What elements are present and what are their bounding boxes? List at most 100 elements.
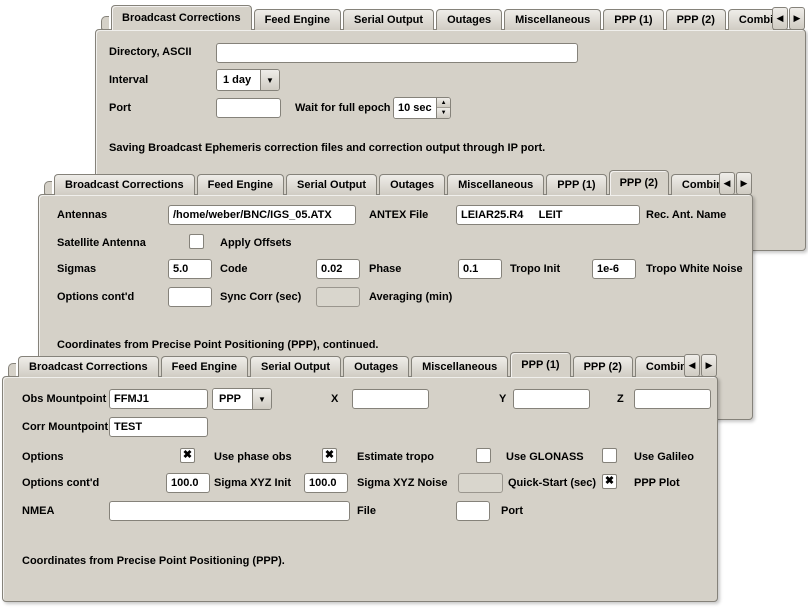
checkmark: ✖: [605, 476, 614, 487]
use-phase-obs-label: Use phase obs: [214, 451, 292, 463]
tab-feed-engine[interactable]: Feed Engine: [197, 174, 284, 195]
quick-start-input: [458, 473, 503, 493]
chevron-down-icon[interactable]: ▼: [252, 389, 271, 409]
directory-ascii-label: Directory, ASCII: [109, 46, 192, 58]
ppp1-window: Broadcast Corrections Feed Engine Serial…: [2, 352, 718, 602]
wait-epoch-spinner[interactable]: 10 sec ▲ ▼: [393, 97, 451, 119]
tab-scroll-right-button[interactable]: ▶: [789, 7, 805, 30]
use-glonass-checkbox[interactable]: [476, 448, 491, 463]
port-input[interactable]: [216, 98, 281, 118]
corr-mountpoint-label: Corr Mountpoint: [22, 421, 108, 433]
y-input[interactable]: [513, 389, 590, 409]
tab-scroll-right-button[interactable]: ▶: [736, 172, 752, 195]
antex-file-label: ANTEX File: [369, 209, 428, 221]
tab-broadcast-corrections[interactable]: Broadcast Corrections: [18, 356, 159, 377]
tab-outages[interactable]: Outages: [343, 356, 409, 377]
z-label: Z: [617, 393, 624, 405]
tab-strip: Broadcast Corrections Feed Engine Serial…: [2, 352, 685, 377]
sigmas-input[interactable]: [168, 259, 212, 279]
obs-mountpoint-input[interactable]: [109, 389, 208, 409]
tab-combination[interactable]: Combin: [635, 356, 685, 377]
y-label: Y: [499, 393, 506, 405]
tab-feed-engine[interactable]: Feed Engine: [254, 9, 341, 30]
tab-bar: Broadcast Corrections Feed Engine Serial…: [38, 170, 753, 195]
ppp-mode-select[interactable]: PPP ▼: [212, 388, 272, 410]
corr-mountpoint-input[interactable]: [109, 417, 208, 437]
tab-outages[interactable]: Outages: [379, 174, 445, 195]
code-input[interactable]: [316, 259, 360, 279]
estimate-tropo-label: Estimate tropo: [357, 451, 434, 463]
tab-miscellaneous[interactable]: Miscellaneous: [447, 174, 544, 195]
sigma-xyz-noise-label: Sigma XYZ Noise: [357, 477, 447, 489]
panel-description: Saving Broadcast Ephemeris correction fi…: [109, 142, 545, 154]
right-arrow-icon: ▶: [741, 178, 748, 189]
tropo-init-input[interactable]: [592, 259, 636, 279]
tab-ppp-1[interactable]: PPP (1): [510, 352, 570, 377]
tab-scroll-left-button[interactable]: ◀: [684, 354, 700, 377]
x-input[interactable]: [352, 389, 429, 409]
tab-serial-output[interactable]: Serial Output: [286, 174, 377, 195]
phase-input[interactable]: [458, 259, 502, 279]
tab-serial-output[interactable]: Serial Output: [250, 356, 341, 377]
wait-full-epoch-label: Wait for full epoch: [295, 102, 391, 114]
antennas-input[interactable]: [168, 205, 356, 225]
tab-ppp-1[interactable]: PPP (1): [603, 9, 663, 30]
tab-scroll-left-button[interactable]: ◀: [719, 172, 735, 195]
interval-label: Interval: [109, 74, 148, 86]
use-phase-obs-checkbox[interactable]: ✖: [180, 448, 195, 463]
left-arrow-icon: ◀: [777, 13, 784, 24]
sigma-xyz-noise-input[interactable]: [304, 473, 348, 493]
tab-miscellaneous[interactable]: Miscellaneous: [504, 9, 601, 30]
tab-serial-output[interactable]: Serial Output: [343, 9, 434, 30]
options-contd-label: Options cont'd: [57, 291, 134, 303]
satellite-antenna-checkbox[interactable]: [189, 234, 204, 249]
sigma-xyz-init-input[interactable]: [166, 473, 210, 493]
z-input[interactable]: [634, 389, 711, 409]
quick-start-label: Quick-Start (sec): [508, 477, 596, 489]
ppp-plot-checkbox[interactable]: ✖: [602, 474, 617, 489]
tropo-white-noise-label: Tropo White Noise: [646, 263, 743, 275]
tab-scroll-right-button[interactable]: ▶: [701, 354, 717, 377]
interval-select[interactable]: 1 day ▼: [216, 69, 280, 91]
antex-file-input[interactable]: [456, 205, 640, 225]
spinner-up-icon[interactable]: ▲: [437, 98, 451, 108]
tab-broadcast-corrections[interactable]: Broadcast Corrections: [54, 174, 195, 195]
averaging-label: Averaging (min): [369, 291, 452, 303]
left-arrow-icon: ◀: [689, 360, 696, 371]
options-contd-input[interactable]: [168, 287, 212, 307]
ppp1-panel: Obs Mountpoint PPP ▼ X Y Z Corr Mountpoi…: [2, 376, 718, 602]
tab-combination[interactable]: Combin: [728, 9, 773, 30]
sync-corr-label: Sync Corr (sec): [220, 291, 301, 303]
left-arrow-icon: ◀: [724, 178, 731, 189]
tab-ppp-2[interactable]: PPP (2): [609, 170, 669, 195]
sync-corr-input: [316, 287, 360, 307]
tab-feed-engine[interactable]: Feed Engine: [161, 356, 248, 377]
nmea-label: NMEA: [22, 505, 54, 517]
tab-outages[interactable]: Outages: [436, 9, 502, 30]
sigmas-label: Sigmas: [57, 263, 96, 275]
obs-mountpoint-label: Obs Mountpoint: [22, 393, 106, 405]
use-galileo-checkbox[interactable]: [602, 448, 617, 463]
options-label: Options: [22, 451, 64, 463]
tab-broadcast-corrections[interactable]: Broadcast Corrections: [111, 5, 252, 30]
nmea-input[interactable]: [109, 501, 350, 521]
right-arrow-icon: ▶: [794, 13, 801, 24]
tab-miscellaneous[interactable]: Miscellaneous: [411, 356, 508, 377]
tab-strip: Broadcast Corrections Feed Engine Serial…: [38, 170, 720, 195]
tab-ppp-2[interactable]: PPP (2): [666, 9, 726, 30]
nmea-port-input[interactable]: [456, 501, 490, 521]
use-galileo-label: Use Galileo: [634, 451, 694, 463]
port-label: Port: [109, 102, 131, 114]
chevron-down-icon[interactable]: ▼: [260, 70, 279, 90]
tab-frame-notch: [8, 363, 16, 377]
estimate-tropo-checkbox[interactable]: ✖: [322, 448, 337, 463]
tab-ppp-2[interactable]: PPP (2): [573, 356, 633, 377]
tab-ppp-1[interactable]: PPP (1): [546, 174, 606, 195]
panel-description: Coordinates from Precise Point Positioni…: [22, 555, 285, 567]
tropo-init-label: Tropo Init: [510, 263, 560, 275]
port-label: Port: [501, 505, 523, 517]
tab-combination[interactable]: Combin: [671, 174, 720, 195]
tab-scroll-left-button[interactable]: ◀: [772, 7, 788, 30]
directory-ascii-input[interactable]: [216, 43, 578, 63]
spinner-down-icon[interactable]: ▼: [437, 108, 451, 118]
